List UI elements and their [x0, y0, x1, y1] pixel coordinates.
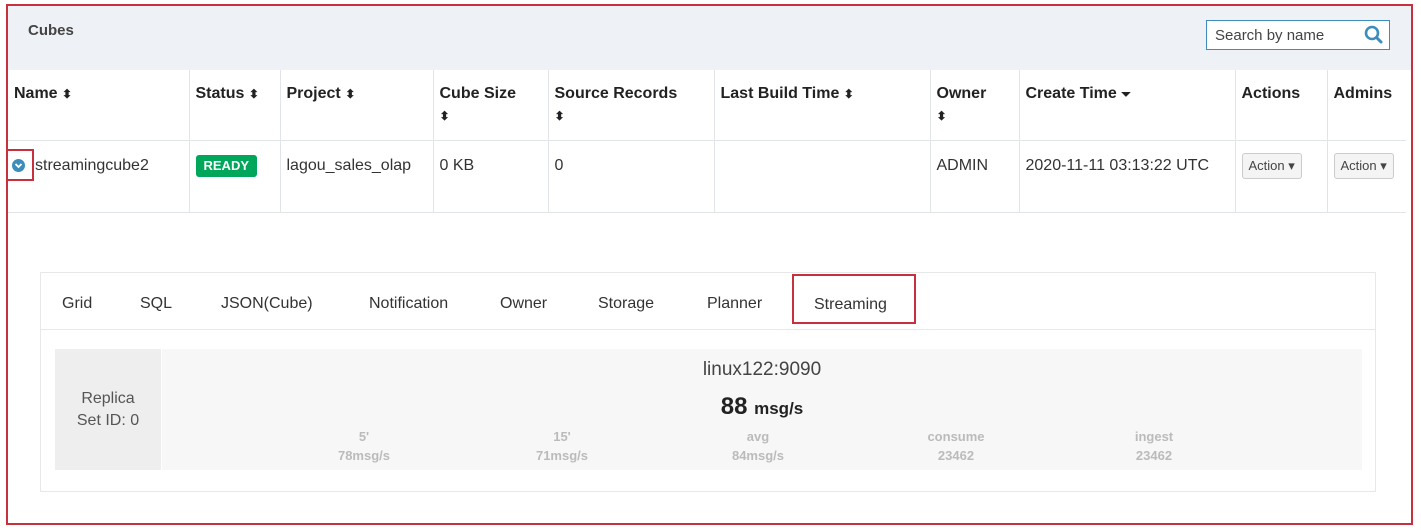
sort-icon: ⬍ [248, 87, 259, 101]
search-input[interactable] [1207, 21, 1357, 49]
column-label: Name [14, 85, 58, 102]
chevron-down-circle-icon[interactable] [12, 159, 25, 172]
column-label: Project [286, 85, 341, 102]
cubes-panel-header: Cubes [8, 6, 1411, 70]
actions-cell: Action ▾ [1235, 140, 1328, 213]
sort-desc-icon: ⏷ [1121, 87, 1131, 101]
cube-detail-panel: Grid SQL JSON(Cube) Notification Owner S… [40, 272, 1376, 492]
table-header-row: Name ⬍ Status ⬍ Project ⬍ Cube Size ⬍ Sou… [8, 70, 1406, 141]
panel-title: Cubes [28, 22, 74, 39]
stat-label-15min: 15' [553, 429, 571, 444]
message-rate: 88 msg/s [162, 393, 1362, 421]
column-header-admins: Admins [1327, 70, 1406, 141]
detail-tabs: Grid SQL JSON(Cube) Notification Owner S… [41, 273, 1375, 330]
admin-action-dropdown-button[interactable]: Action ▾ [1333, 152, 1394, 179]
column-header-owner[interactable]: Owner ⬍ [930, 70, 1020, 141]
column-label: Create Time [1025, 85, 1117, 102]
sort-icon: ⬍ [936, 109, 947, 123]
search-box[interactable] [1206, 20, 1390, 50]
column-label: Admins [1333, 85, 1393, 102]
sort-icon: ⬍ [843, 87, 854, 101]
column-label: Actions [1241, 85, 1301, 102]
column-header-cube-size[interactable]: Cube Size ⬍ [433, 70, 549, 141]
column-label: Owner [936, 85, 987, 102]
tab-owner[interactable]: Owner [500, 295, 547, 313]
owner-cell: ADMIN [930, 140, 1020, 213]
stat-label-consume: consume [927, 429, 985, 444]
column-header-status[interactable]: Status ⬍ [189, 70, 281, 141]
message-rate-unit: msg/s [754, 399, 804, 418]
tab-streaming[interactable]: Streaming [792, 274, 916, 324]
message-rate-value: 88 [720, 393, 748, 420]
column-header-source-records[interactable]: Source Records ⬍ [548, 70, 715, 141]
server-name: linux122:9090 [702, 359, 822, 380]
column-label: Last Build Time [720, 85, 840, 102]
cubes-table: Name ⬍ Status ⬍ Project ⬍ Cube Size ⬍ Sou… [8, 70, 1406, 213]
column-header-actions: Actions [1235, 70, 1328, 141]
column-header-name[interactable]: Name ⬍ [8, 70, 190, 141]
expand-row-button[interactable] [6, 149, 34, 181]
column-header-last-build-time[interactable]: Last Build Time ⬍ [714, 70, 931, 141]
cube-size-cell: 0 KB [433, 140, 549, 213]
sort-icon: ⬍ [345, 87, 356, 101]
tab-planner[interactable]: Planner [707, 295, 762, 313]
search-icon[interactable] [1361, 23, 1387, 47]
stat-label-ingest: ingest [1134, 429, 1174, 444]
tab-grid[interactable]: Grid [62, 295, 92, 313]
column-header-project[interactable]: Project ⬍ [280, 70, 434, 141]
stat-value-15min: 71msg/s [535, 448, 589, 463]
stat-value-avg: 84msg/s [731, 448, 785, 463]
stat-value-ingest: 23462 [1135, 448, 1173, 463]
cube-name: streamingcube2 [8, 140, 190, 213]
action-dropdown-button[interactable]: Action ▾ [1241, 152, 1302, 179]
column-label: Source Records [554, 85, 678, 102]
tab-notification[interactable]: Notification [369, 295, 448, 313]
column-label: Cube Size [439, 85, 516, 102]
column-label: Status [195, 85, 245, 102]
stat-value-consume: 23462 [937, 448, 975, 463]
tab-sql[interactable]: SQL [140, 295, 172, 313]
tab-storage[interactable]: Storage [598, 295, 654, 313]
column-header-create-time[interactable]: Create Time ⏷ [1019, 70, 1236, 141]
streaming-server-stats: linux122:9090 88 msg/s 5' 78msg/s 15' 71… [162, 349, 1362, 470]
replica-set-label: Replica Set ID: 0 [76, 390, 140, 429]
tab-json-cube[interactable]: JSON(Cube) [221, 295, 313, 313]
status-badge: READY [195, 154, 258, 177]
status-cell: READY [189, 140, 281, 213]
replica-set-label-box: Replica Set ID: 0 [55, 349, 161, 470]
project-cell: lagou_sales_olap [280, 140, 434, 213]
stat-label-5min: 5' [358, 429, 370, 444]
stat-label-avg: avg [746, 429, 770, 444]
sort-icon: ⬍ [554, 109, 565, 123]
tab-streaming-label: Streaming [814, 296, 887, 313]
table-row: streamingcube2 READY lagou_sales_olap 0 … [8, 140, 1406, 213]
source-records-cell: 0 [548, 140, 715, 213]
sort-icon: ⬍ [62, 87, 73, 101]
stat-value-5min: 78msg/s [337, 448, 391, 463]
create-time-cell: 2020-11-11 03:13:22 UTC [1019, 140, 1236, 213]
last-build-time-cell [714, 140, 931, 213]
admins-cell: Action ▾ [1327, 140, 1406, 213]
sort-icon: ⬍ [439, 109, 450, 123]
